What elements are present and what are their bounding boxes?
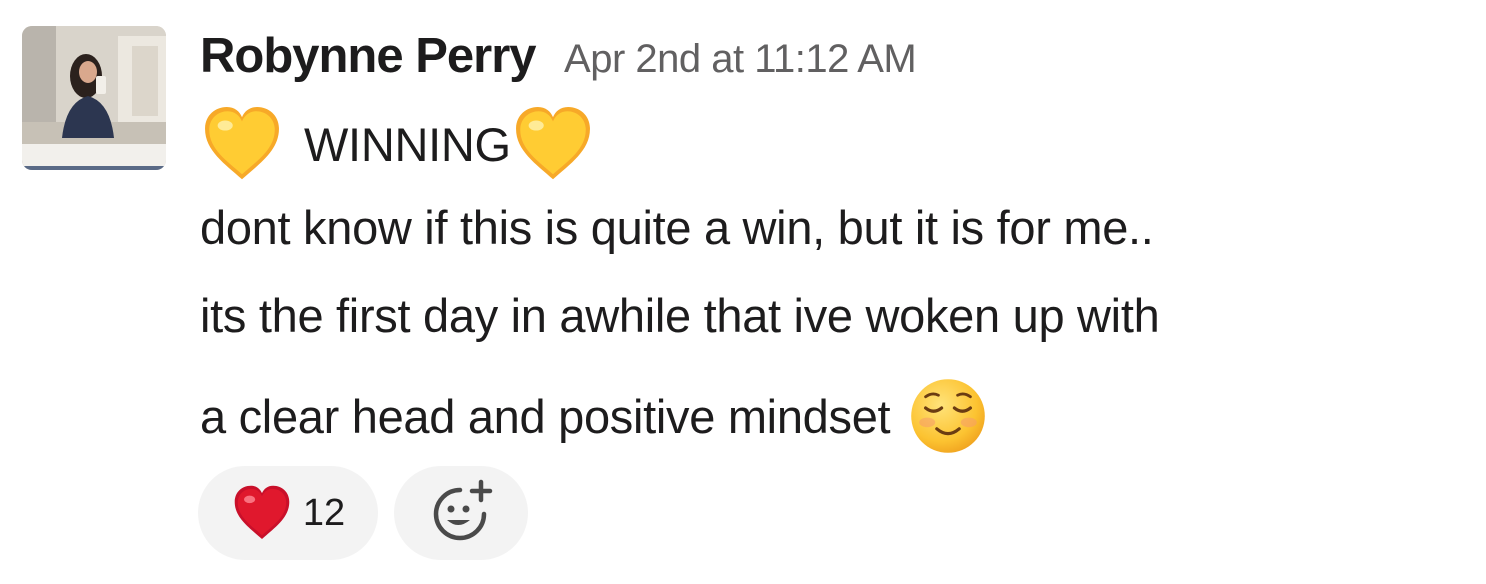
message-line: a clear head and positive mindset	[200, 376, 988, 456]
add-reaction-button[interactable]	[394, 466, 528, 560]
yellow-heart-icon	[511, 102, 595, 186]
red-heart-icon	[231, 482, 293, 544]
message-line-text: dont know if this is quite a win, but it…	[200, 201, 1154, 254]
message-line: WINNING	[200, 102, 595, 186]
yellow-heart-icon	[200, 102, 284, 186]
reactions-bar: 12	[198, 466, 528, 560]
message-header: Robynne Perry Apr 2nd at 11:12 AM	[200, 28, 917, 92]
user-avatar[interactable]	[22, 26, 166, 170]
add-emoji-icon	[426, 478, 496, 548]
author-name[interactable]: Robynne Perry	[200, 29, 537, 83]
message-timestamp[interactable]: Apr 2nd at 11:12 AM	[564, 37, 917, 81]
relaxed-face-icon	[908, 376, 988, 456]
reaction-heart-button[interactable]: 12	[198, 466, 378, 560]
message-line-text: WINNING	[304, 117, 511, 171]
message-line-text: a clear head and positive mindset	[200, 389, 891, 443]
reaction-count: 12	[302, 491, 346, 534]
message-line-text: its the first day in awhile that ive wok…	[200, 289, 1160, 342]
